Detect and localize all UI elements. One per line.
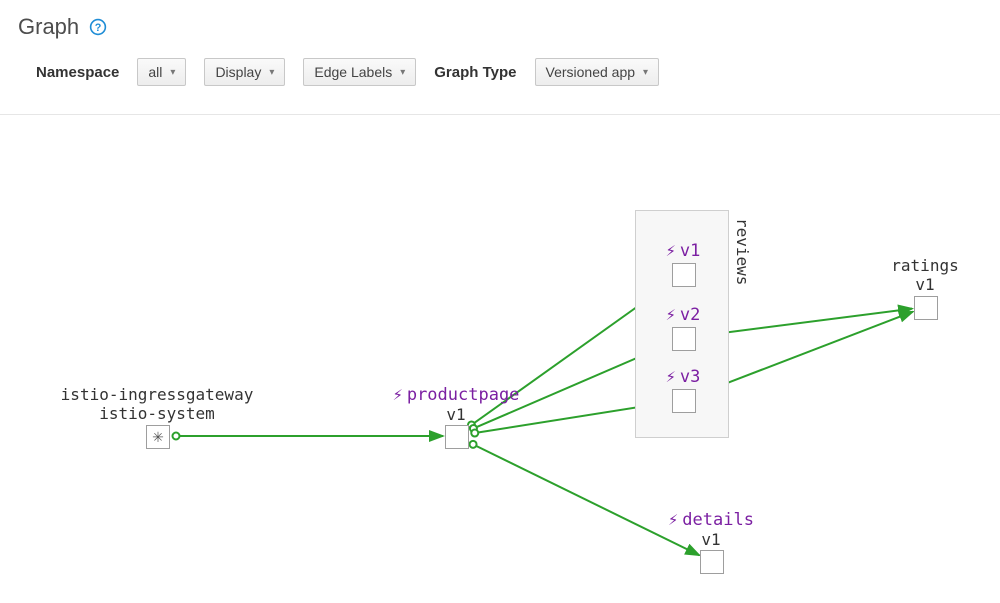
node-label-gw: istio-ingressgatewayistio-system <box>52 385 262 423</box>
edge-source-dot <box>173 433 180 440</box>
edge-labels-label: Edge Labels <box>314 64 392 80</box>
lightning-icon: ⚡ <box>666 305 676 325</box>
edges-layer <box>0 120 1000 603</box>
node-label-ratings: ratingsv1 <box>820 256 1000 294</box>
page-title: Graph <box>18 14 79 40</box>
namespace-value: all <box>148 64 162 80</box>
graph-type-dropdown[interactable]: Versioned app ▾ <box>535 58 660 86</box>
node-label-rev2: ⚡v2 <box>653 305 713 325</box>
node-product[interactable] <box>445 425 469 449</box>
display-label: Display <box>215 64 261 80</box>
edge-labels-dropdown[interactable]: Edge Labels ▾ <box>303 58 416 86</box>
display-dropdown[interactable]: Display ▾ <box>204 58 285 86</box>
divider <box>0 114 1000 115</box>
lightning-icon: ⚡ <box>666 241 676 261</box>
node-details[interactable] <box>700 550 724 574</box>
edge-rev3-ratings[interactable] <box>701 312 913 394</box>
namespace-dropdown[interactable]: all ▾ <box>137 58 186 86</box>
chevron-down-icon: ▾ <box>170 67 175 78</box>
chevron-down-icon: ▾ <box>269 67 274 78</box>
help-icon[interactable]: ? <box>89 18 107 36</box>
edge-source-dot <box>471 430 478 437</box>
node-gw[interactable]: ✳ <box>146 425 170 449</box>
chevron-down-icon: ▾ <box>643 67 648 78</box>
node-rev3[interactable] <box>672 389 696 413</box>
lightning-icon: ⚡ <box>668 510 678 530</box>
group-label-reviews: reviews <box>733 218 752 285</box>
graph-type-label: Graph Type <box>434 64 516 81</box>
graph-canvas[interactable]: reviews ✳ istio-ingressgatewayistio-system… <box>0 120 1000 603</box>
edge-source-dot <box>470 441 477 448</box>
node-rev1[interactable] <box>672 263 696 287</box>
node-rev2[interactable] <box>672 327 696 351</box>
lightning-icon: ⚡ <box>666 367 676 387</box>
node-label-rev1: ⚡v1 <box>653 241 713 261</box>
node-ratings[interactable] <box>914 296 938 320</box>
svg-text:?: ? <box>95 22 102 34</box>
node-label-product: ⚡productpagev1 <box>351 385 561 425</box>
node-label-details: ⚡detailsv1 <box>606 510 816 550</box>
graph-type-value: Versioned app <box>546 64 636 80</box>
svg-text:✳: ✳ <box>152 429 164 445</box>
chevron-down-icon: ▾ <box>400 67 405 78</box>
node-label-rev3: ⚡v3 <box>653 367 713 387</box>
edge-rev2-ratings[interactable] <box>702 309 912 336</box>
lightning-icon: ⚡ <box>393 385 403 405</box>
namespace-label: Namespace <box>36 64 119 81</box>
